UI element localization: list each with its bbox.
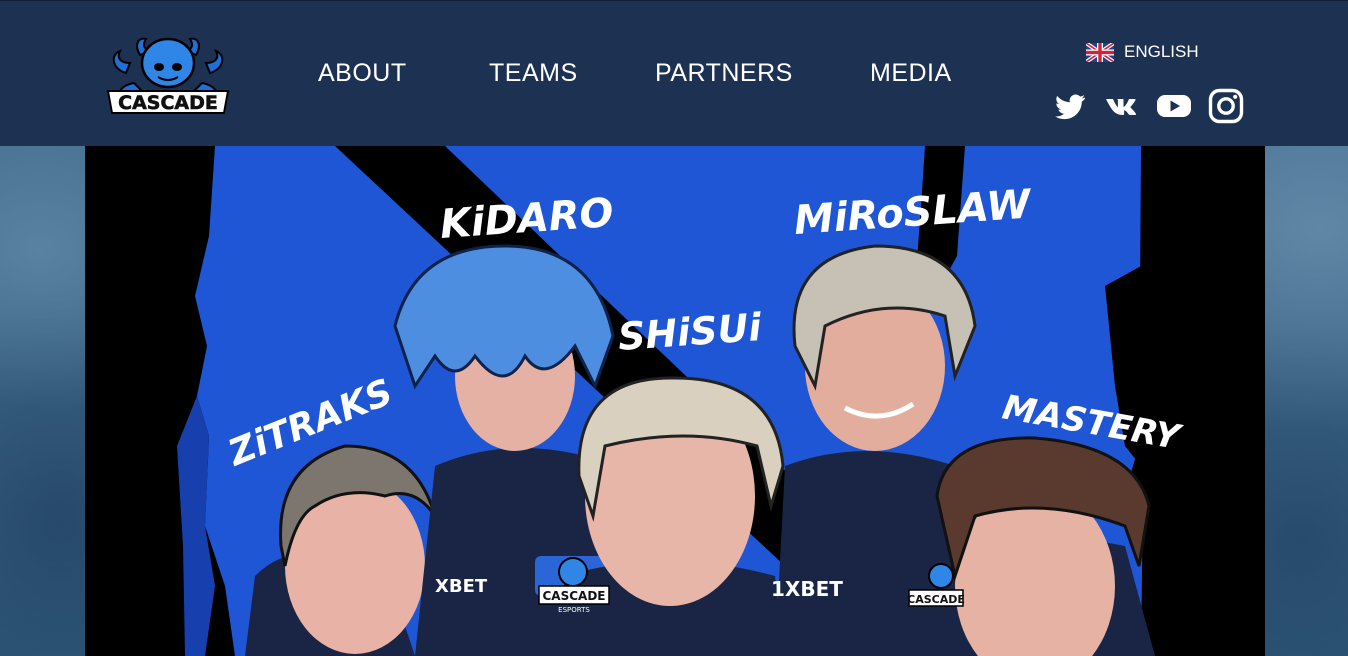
language-switcher[interactable]: ENGLISH — [1086, 41, 1199, 63]
cascade-logo[interactable]: CASCADE — [104, 33, 232, 117]
nav-partners[interactable]: PARTNERS — [655, 59, 793, 88]
sponsor-text-center: 1XBET — [771, 577, 843, 601]
logo-text: CASCADE — [118, 92, 218, 114]
team-artwork: XBET 1XBET CASCADE ESPORTS CASCADE KiDAR… — [85, 146, 1265, 656]
youtube-icon[interactable] — [1156, 88, 1192, 124]
team-banner-image: XBET 1XBET CASCADE ESPORTS CASCADE KiDAR… — [85, 146, 1265, 656]
sponsor-text-left: XBET — [435, 576, 488, 597]
player-mastery-figure — [935, 436, 1155, 656]
language-label: ENGLISH — [1124, 42, 1199, 61]
twitter-icon[interactable] — [1052, 88, 1088, 124]
team-badge-text: CASCADE — [543, 589, 606, 603]
site-header: CASCADE ABOUT TEAMS PARTNERS MEDIA ENGLI… — [0, 0, 1348, 146]
vk-icon[interactable] — [1104, 88, 1140, 124]
nav-media[interactable]: MEDIA — [870, 59, 952, 88]
octopus-logo-icon: CASCADE — [106, 37, 230, 114]
uk-flag-icon — [1086, 42, 1114, 62]
instagram-icon[interactable] — [1208, 88, 1244, 124]
nav-teams[interactable]: TEAMS — [489, 59, 578, 88]
team-badge-subtext: ESPORTS — [558, 606, 590, 614]
social-links — [1052, 87, 1244, 125]
player-shisui-figure — [555, 376, 785, 656]
nav-about[interactable]: ABOUT — [318, 59, 407, 88]
team-badge-text-right: CASCADE — [907, 593, 965, 606]
